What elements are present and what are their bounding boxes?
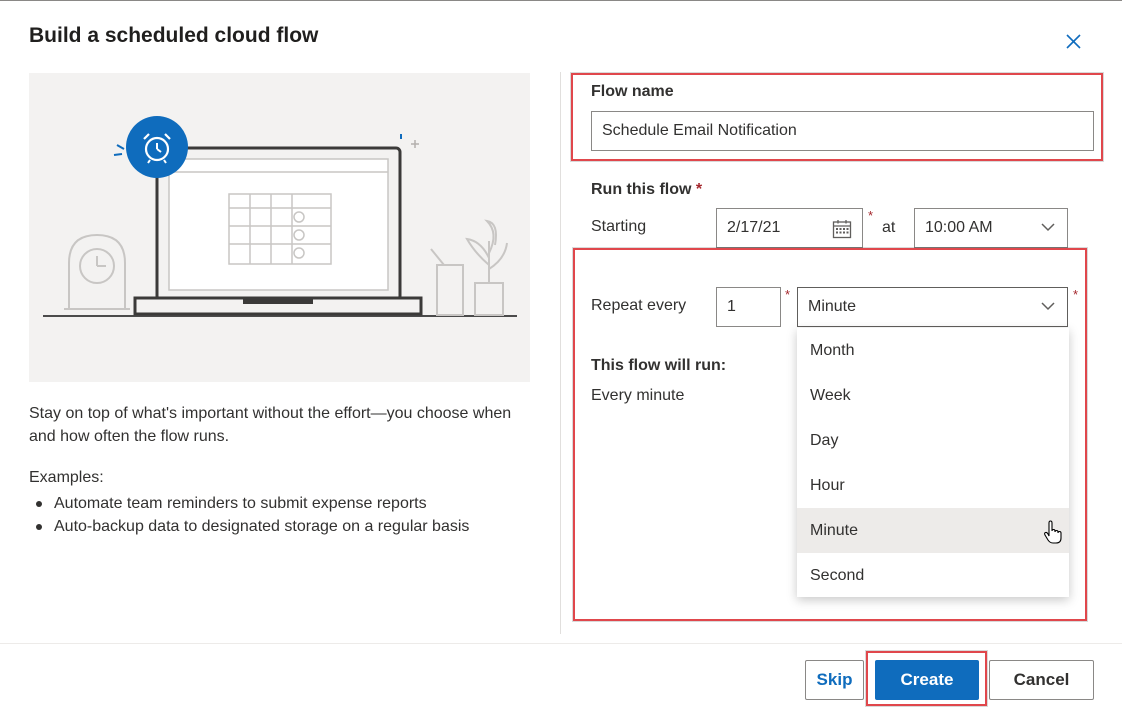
menu-item-day[interactable]: Day (797, 418, 1069, 463)
plant-icon (430, 219, 508, 316)
skip-button[interactable]: Skip (805, 660, 864, 700)
cancel-button[interactable]: Cancel (989, 660, 1094, 700)
menu-item-second[interactable]: Second (797, 553, 1069, 598)
desk-clock-icon (64, 233, 130, 310)
dialog-description: Stay on top of what's important without … (29, 405, 512, 445)
top-border (0, 0, 1122, 1)
chevron-down-icon (1041, 223, 1055, 232)
menu-item-week[interactable]: Week (797, 373, 1069, 418)
menu-item-label: Hour (810, 476, 845, 494)
start-date-value: 2/17/21 (727, 219, 781, 236)
flow-name-input[interactable]: Schedule Email Notification (591, 111, 1094, 151)
vertical-divider (560, 72, 561, 634)
close-button[interactable] (1060, 28, 1086, 54)
repeat-unit-dropdown[interactable]: Minute (797, 287, 1068, 327)
run-this-flow-label: Run this flow * (591, 181, 703, 198)
menu-item-label: Month (810, 341, 855, 359)
laptop-icon (133, 146, 423, 316)
calendar-icon[interactable] (832, 219, 852, 239)
required-indicator: * (785, 287, 791, 302)
alarm-clock-icon (126, 116, 188, 178)
chevron-down-icon (1041, 302, 1055, 311)
repeat-every-label: Repeat every (591, 297, 687, 314)
at-label: at (882, 219, 896, 236)
flow-will-run-label: This flow will run: (591, 357, 727, 374)
create-button[interactable]: Create (875, 660, 979, 700)
start-time-dropdown[interactable]: 10:00 AM (914, 208, 1068, 248)
menu-item-label: Week (810, 386, 851, 404)
footer-divider (0, 643, 1122, 644)
examples-list: Automate team reminders to submit expens… (29, 492, 469, 538)
close-icon (1066, 34, 1081, 49)
list-item: Auto-backup data to designated storage o… (29, 515, 469, 538)
repeat-unit-menu: Month Week Day Hour Minute Second (797, 328, 1069, 597)
repeat-unit-value: Minute (808, 298, 857, 315)
hand-pointer-cursor-icon (1044, 520, 1062, 544)
menu-item-month[interactable]: Month (797, 328, 1069, 373)
start-time-value: 10:00 AM (925, 219, 993, 236)
laptop-calendar-illustration (43, 116, 517, 317)
menu-item-hour[interactable]: Hour (797, 463, 1069, 508)
repeat-interval-value: 1 (727, 298, 736, 315)
required-indicator: * (1073, 287, 1079, 302)
starting-label: Starting (591, 218, 647, 235)
illustration (29, 73, 530, 382)
examples-title: Examples: (29, 469, 104, 486)
dialog-title: Build a scheduled cloud flow (29, 24, 319, 47)
list-item: Automate team reminders to submit expens… (29, 492, 469, 515)
flow-name-value: Schedule Email Notification (602, 122, 797, 139)
menu-item-label: Second (810, 566, 865, 584)
menu-item-label: Minute (810, 521, 859, 539)
flow-will-run-value: Every minute (591, 387, 685, 404)
flow-name-label: Flow name (591, 83, 674, 100)
repeat-interval-input[interactable]: 1 (716, 287, 781, 327)
start-date-input[interactable]: 2/17/21 (716, 208, 863, 248)
required-indicator: * (868, 208, 874, 223)
menu-item-label: Day (810, 431, 839, 449)
menu-item-minute[interactable]: Minute (797, 508, 1069, 553)
